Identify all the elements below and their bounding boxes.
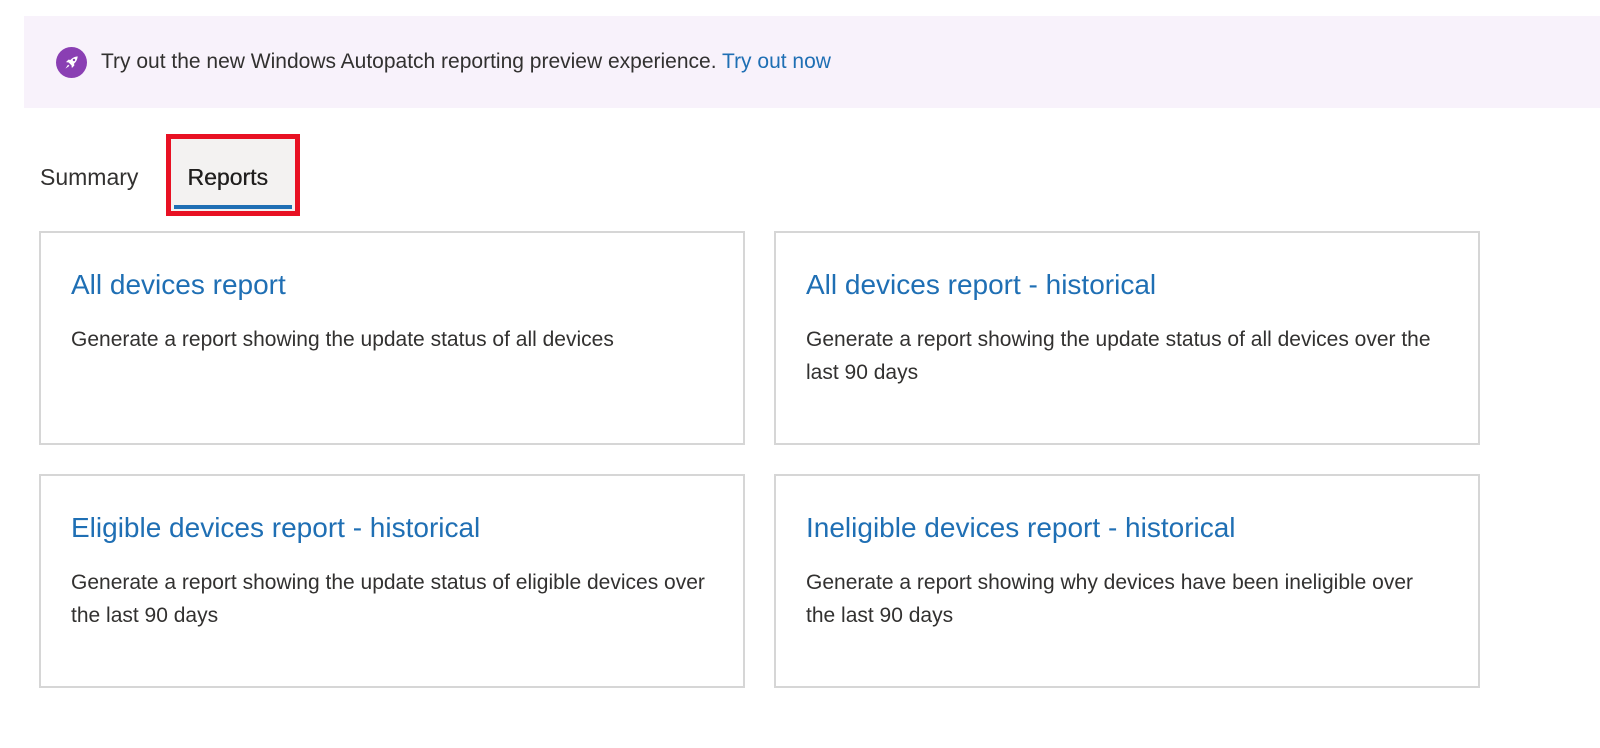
- report-card-title[interactable]: Eligible devices report - historical: [71, 510, 713, 546]
- report-card-description: Generate a report showing the update sta…: [71, 328, 614, 351]
- tab-reports-label: Reports: [187, 164, 268, 190]
- try-out-now-link[interactable]: Try out now: [722, 50, 831, 73]
- tab-summary[interactable]: Summary: [40, 164, 138, 191]
- report-card-description: Generate a report showing why devices ha…: [806, 571, 1414, 627]
- selected-tab-indicator: [174, 205, 293, 209]
- banner-text: Try out the new Windows Autopatch report…: [101, 50, 717, 73]
- report-card-eligible-devices-historical[interactable]: Eligible devices report - historical Gen…: [39, 474, 745, 688]
- tab-bar: Summary Reports: [40, 134, 301, 216]
- report-card-title[interactable]: All devices report - historical: [806, 267, 1448, 303]
- rocket-icon: [56, 46, 87, 78]
- report-card-description: Generate a report showing the update sta…: [806, 328, 1431, 384]
- tab-reports[interactable]: Reports: [166, 134, 301, 216]
- report-card-title[interactable]: Ineligible devices report - historical: [806, 510, 1448, 546]
- report-card-description: Generate a report showing the update sta…: [71, 571, 705, 627]
- report-card-all-devices[interactable]: All devices report Generate a report sho…: [39, 231, 745, 445]
- report-card-ineligible-devices-historical[interactable]: Ineligible devices report - historical G…: [774, 474, 1480, 688]
- report-card-all-devices-historical[interactable]: All devices report - historical Generate…: [774, 231, 1480, 445]
- preview-banner: Try out the new Windows Autopatch report…: [24, 16, 1600, 108]
- banner-message: Try out the new Windows Autopatch report…: [101, 50, 831, 74]
- report-card-title[interactable]: All devices report: [71, 267, 713, 303]
